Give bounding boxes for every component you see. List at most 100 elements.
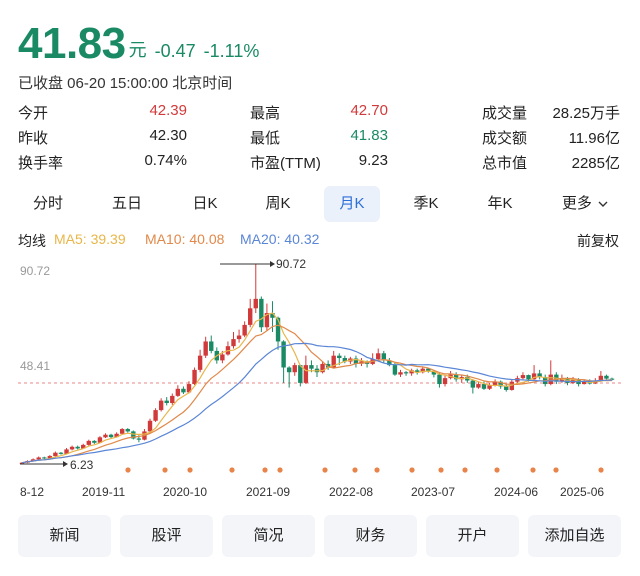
tab-more[interactable]: 更多	[550, 186, 620, 222]
candle-body	[520, 375, 526, 379]
y-top-label: 90.72	[20, 264, 50, 278]
candle-body	[42, 457, 47, 459]
news-button[interactable]: 新闻	[18, 515, 111, 557]
tab-yearly-k[interactable]: 年K	[472, 186, 528, 222]
candle-body	[392, 365, 398, 375]
candle-body	[158, 400, 164, 411]
candle-body	[125, 429, 130, 432]
x-label: 2023-07	[411, 485, 455, 499]
event-dot[interactable]	[530, 467, 536, 473]
candle-body	[242, 324, 247, 336]
candle-body	[470, 380, 476, 388]
event-dot[interactable]	[322, 467, 328, 473]
ma20-line	[21, 342, 613, 464]
stat-label-market-cap: 总市值	[482, 155, 528, 172]
event-dot[interactable]	[462, 467, 468, 473]
max-annotation: 90.72	[220, 257, 306, 271]
tab-quarterly-k[interactable]: 季K	[398, 186, 454, 222]
stat-value-volume: 28.25万手	[552, 105, 620, 122]
candle-body	[75, 446, 80, 449]
candle-body	[220, 354, 225, 361]
action-buttons: 新闻 股评 简况 财务 开户 添加自选	[18, 515, 623, 557]
comments-button[interactable]: 股评	[120, 515, 213, 557]
candle-body	[92, 440, 97, 443]
event-dot[interactable]	[598, 467, 604, 473]
event-dot[interactable]	[374, 467, 380, 473]
tab-monthly-k[interactable]: 月K	[324, 186, 380, 222]
stat-value-turnover-rate: 0.74%	[144, 152, 187, 169]
price-row: 41.83 元 -0.47 -1.11%	[18, 20, 259, 66]
stat-label-volume: 成交量	[482, 105, 528, 122]
tab-five-day[interactable]: 五日	[99, 186, 155, 222]
profile-button[interactable]: 简况	[222, 515, 315, 557]
stat-value-turnover: 11.96亿	[568, 130, 620, 147]
tab-intraday[interactable]: 分时	[20, 186, 76, 222]
stat-label-low: 最低	[250, 130, 281, 147]
event-dot[interactable]	[229, 467, 235, 473]
tab-daily-k[interactable]: 日K	[177, 186, 233, 222]
candle-body	[303, 365, 309, 383]
x-axis-labels: 8-12 2019-11 2020-10 2021-09 2022-08 202…	[20, 485, 604, 499]
stat-label-prev-close: 昨收	[18, 130, 49, 147]
candles-group	[19, 264, 615, 465]
candle-body	[248, 308, 253, 325]
candle-body	[164, 400, 169, 403]
candle-body	[86, 440, 91, 445]
stat-value-market-cap: 2285亿	[571, 155, 620, 172]
candle-body	[376, 353, 381, 360]
stats-row: 昨收 42.30 最低 41.83 成交额 11.96亿	[18, 127, 623, 152]
candle-body	[236, 335, 242, 340]
candle-body	[197, 355, 203, 370]
tab-more-label: 更多	[561, 195, 592, 212]
candle-body	[309, 365, 314, 369]
candle-body	[292, 365, 297, 373]
candle-body	[108, 434, 114, 438]
ma-title: 均线	[18, 233, 46, 249]
stat-value-pe: 9.23	[358, 152, 388, 169]
candle-body	[203, 341, 208, 356]
x-label: 2019-11	[82, 485, 125, 499]
candle-body	[231, 339, 236, 347]
candle-body	[259, 298, 264, 328]
event-dot[interactable]	[187, 467, 193, 473]
price-change-pct: -1.11%	[203, 41, 260, 61]
candle-body	[209, 341, 214, 351]
event-dot[interactable]	[277, 467, 283, 473]
finance-button[interactable]: 财务	[324, 515, 417, 557]
candle-body	[403, 372, 409, 374]
current-price: 41.83	[18, 19, 126, 68]
tab-weekly-k[interactable]: 周K	[250, 186, 306, 222]
candle-body	[192, 369, 197, 385]
adjust-mode[interactable]: 前复权	[577, 231, 619, 251]
event-markers	[125, 467, 604, 473]
event-dot[interactable]	[262, 467, 268, 473]
add-watchlist-button[interactable]: 添加自选	[528, 515, 621, 557]
stat-value-open: 42.39	[149, 102, 187, 119]
open-account-button[interactable]: 开户	[426, 515, 519, 557]
x-label: 2020-10	[163, 485, 207, 499]
stat-value-prev-close: 42.30	[149, 127, 187, 144]
ma-lines-group	[21, 312, 613, 464]
event-dot[interactable]	[125, 467, 131, 473]
candle-body	[36, 457, 41, 460]
stats-row: 换手率 0.74% 市盈(TTM) 9.23 总市值 2285亿	[18, 152, 623, 177]
candle-body	[481, 384, 487, 389]
stat-label-turnover-rate: 换手率	[18, 155, 64, 172]
event-dot[interactable]	[409, 467, 415, 473]
candle-body	[286, 367, 292, 373]
x-label: 2022-08	[329, 485, 373, 499]
event-dot[interactable]	[494, 467, 500, 473]
event-dot[interactable]	[553, 467, 559, 473]
stat-value-high: 42.70	[350, 102, 388, 119]
candlestick-chart[interactable]: 90.72 48.41 90.72 6.23 8-12 2019-11 2020…	[0, 256, 640, 506]
candle-body	[103, 434, 108, 438]
candle-body	[442, 378, 448, 385]
event-dot[interactable]	[438, 467, 444, 473]
ma-legend: 均线 MA5: 39.39 MA10: 40.08 MA20: 40.32 前复…	[18, 231, 623, 249]
stats-grid: 今开 42.39 最高 42.70 成交量 28.25万手 昨收 42.30 最…	[18, 102, 623, 177]
x-label: 8-12	[20, 485, 44, 499]
event-dot[interactable]	[352, 467, 358, 473]
event-dot[interactable]	[162, 467, 168, 473]
ma20-value: MA20: 40.32	[240, 231, 320, 247]
candle-body	[604, 375, 609, 379]
